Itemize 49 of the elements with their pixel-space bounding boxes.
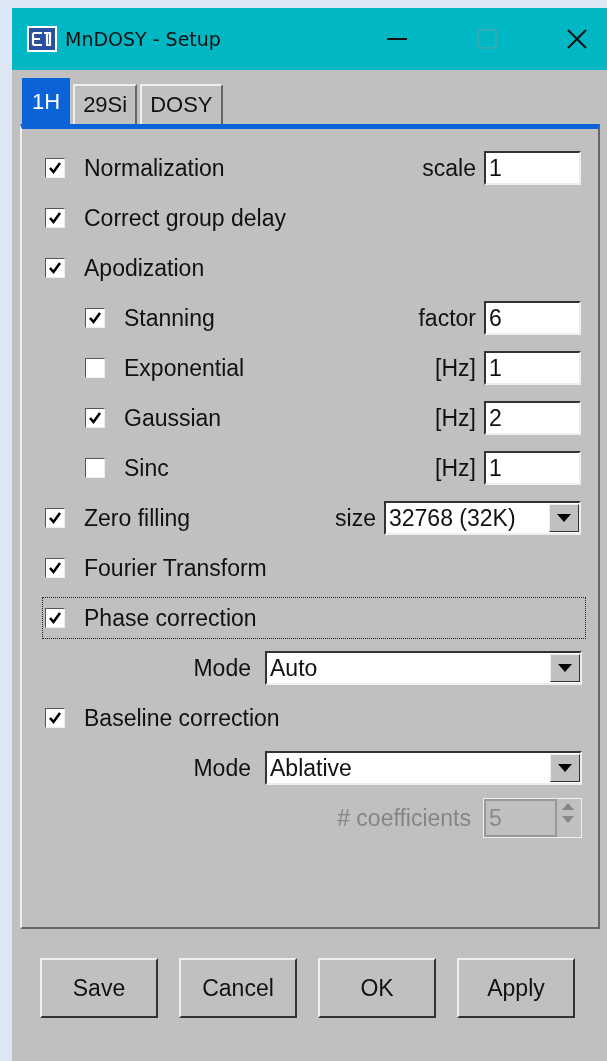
dialog-button[interactable]: Apply <box>457 958 575 1018</box>
input-field[interactable]: 6 <box>484 301 581 335</box>
window-title: MnDOSY - Setup <box>65 28 221 50</box>
checkbox[interactable] <box>45 608 65 628</box>
parameter-label: [Hz] <box>435 354 476 382</box>
checkbox[interactable] <box>85 458 105 478</box>
option-label: Fourier Transform <box>84 554 267 582</box>
tab[interactable]: DOSY <box>140 84 223 124</box>
checkbox[interactable] <box>85 358 105 378</box>
option-label: Exponential <box>124 354 245 382</box>
parameter-label: factor <box>418 304 476 332</box>
input-field[interactable]: 1 <box>484 151 581 185</box>
parameter-label: [Hz] <box>435 404 476 432</box>
option-label: Correct group delay <box>84 204 286 232</box>
mode-dropdown[interactable]: Ablative <box>265 751 582 785</box>
close-button[interactable] <box>565 27 589 51</box>
option-label: Zero filling <box>84 504 191 532</box>
parameter-label: [Hz] <box>435 454 476 482</box>
parameter-label: scale <box>422 154 476 182</box>
mode-label: Mode <box>193 654 251 682</box>
input-field[interactable]: 2 <box>484 401 581 435</box>
option-label: Normalization <box>84 154 225 182</box>
input-field[interactable]: 1 <box>484 451 581 485</box>
tab[interactable]: 29Si <box>73 84 138 124</box>
checkbox[interactable] <box>85 408 105 428</box>
option-label: Stanning <box>124 304 215 332</box>
option-label: Sinc <box>124 454 169 482</box>
mode-dropdown[interactable]: Auto <box>265 651 582 685</box>
size-dropdown[interactable]: 32768 (32K) <box>384 501 581 535</box>
option-label: Baseline correction <box>84 704 280 732</box>
dialog-button[interactable]: OK <box>318 958 436 1018</box>
checkbox[interactable] <box>45 158 65 178</box>
checkbox[interactable] <box>45 708 65 728</box>
option-label: Phase correction <box>84 604 257 632</box>
coefficients-label: # coefficients <box>337 804 471 832</box>
option-label: Gaussian <box>124 404 222 432</box>
dialog-button[interactable]: Cancel <box>179 958 297 1018</box>
app-icon <box>27 26 57 52</box>
checkbox[interactable] <box>45 208 65 228</box>
checkbox[interactable] <box>45 558 65 578</box>
checkbox[interactable] <box>45 258 65 278</box>
parameter-label: size <box>335 504 376 532</box>
option-label: Apodization <box>84 254 205 282</box>
input-field[interactable]: 1 <box>484 351 581 385</box>
checkbox[interactable] <box>45 508 65 528</box>
tab[interactable]: 1H <box>22 78 71 124</box>
dialog-button[interactable]: Save <box>40 958 158 1018</box>
checkbox[interactable] <box>85 308 105 328</box>
mode-label: Mode <box>193 754 251 782</box>
